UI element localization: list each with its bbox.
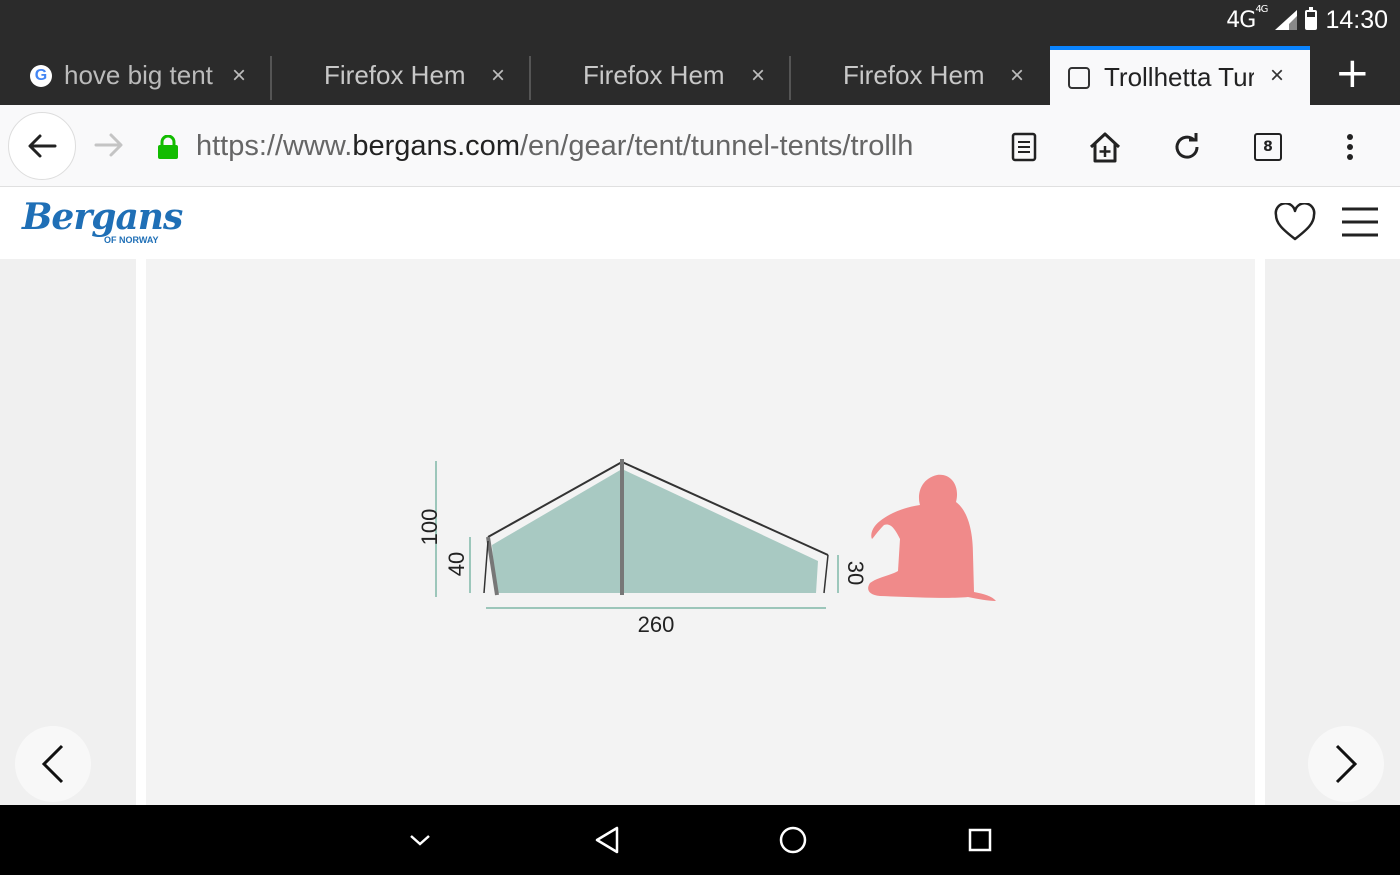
system-recents-button[interactable] xyxy=(962,822,998,858)
heart-icon[interactable] xyxy=(1274,203,1316,243)
tab-firefox-hem-2[interactable]: Firefox Hem × xyxy=(531,46,791,105)
battery-icon xyxy=(1305,7,1318,30)
lock-icon[interactable] xyxy=(157,135,179,159)
recents-square-icon xyxy=(968,828,992,852)
tent-dimension-diagram: 100 40 30 260 xyxy=(417,459,996,637)
chevron-right-icon xyxy=(1335,744,1358,784)
tent-body xyxy=(492,469,818,593)
android-navigation-bar xyxy=(0,805,1400,875)
bergans-logo[interactable]: Bergans OF NORWAY xyxy=(22,197,183,247)
logo-wordmark: Bergans xyxy=(22,196,183,238)
tab-firefox-hem-1[interactable]: Firefox Hem × xyxy=(272,46,531,105)
tab-strip: G hove big tent × Firefox Hem × Firefox … xyxy=(0,40,1400,105)
tabs-counter-button[interactable]: 8 xyxy=(1250,129,1286,165)
site-header: Bergans OF NORWAY xyxy=(0,187,1400,259)
page-icon xyxy=(1068,66,1090,89)
browser-toolbar: https://www.bergans.com/en/gear/tent/tun… xyxy=(0,105,1400,187)
tab-title: Firefox Hem xyxy=(324,60,466,90)
front-guy-line xyxy=(483,540,489,594)
close-tab-icon[interactable]: × xyxy=(751,62,765,90)
home-circle-icon xyxy=(779,826,807,854)
signal-icon xyxy=(1275,10,1298,30)
back-triangle-icon xyxy=(595,826,619,854)
logo-subtitle: OF NORWAY xyxy=(104,235,159,245)
url-path: /en/gear/tent/tunnel-tents/trollh xyxy=(519,130,914,162)
add-to-homescreen-icon xyxy=(1089,132,1121,163)
label-front-height: 40 xyxy=(444,552,469,576)
system-back-button[interactable] xyxy=(589,822,625,858)
label-length: 260 xyxy=(638,612,675,637)
network-indicator: 4G4G xyxy=(1226,4,1268,33)
tab-google-search[interactable]: G hove big tent × xyxy=(0,46,272,105)
url-bar[interactable]: https://www.bergans.com/en/gear/tent/tun… xyxy=(196,126,980,166)
tab-title: Firefox Hem xyxy=(843,60,985,90)
hamburger-menu-icon[interactable] xyxy=(1342,206,1378,238)
status-indicators: 4G4G 14:30 xyxy=(1226,4,1388,36)
label-rear-height: 30 xyxy=(843,561,868,585)
google-icon: G xyxy=(30,64,52,87)
close-tab-icon[interactable]: × xyxy=(232,62,246,90)
add-to-homescreen-button[interactable] xyxy=(1087,129,1123,165)
new-tab-button[interactable]: + xyxy=(1335,48,1370,97)
close-tab-icon[interactable]: × xyxy=(1010,62,1024,90)
chevron-left-icon xyxy=(41,744,64,784)
tabs-counter-icon: 8 xyxy=(1254,133,1282,161)
reload-button[interactable] xyxy=(1169,129,1205,165)
next-image-button[interactable] xyxy=(1308,726,1384,802)
reload-icon xyxy=(1175,133,1199,159)
url-domain: bergans.com xyxy=(352,130,520,162)
back-arrow-icon xyxy=(28,134,57,158)
tab-title: Firefox Hem xyxy=(583,60,725,90)
overflow-menu-button[interactable] xyxy=(1332,129,1368,165)
tab-title: hove big tent xyxy=(64,60,213,90)
forward-arrow-icon xyxy=(94,133,123,157)
tab-firefox-hem-3[interactable]: Firefox Hem × xyxy=(791,46,1050,105)
tab-trollhetta[interactable]: Trollhetta Tur × xyxy=(1050,46,1310,105)
hide-keyboard-icon xyxy=(410,835,430,846)
close-tab-icon[interactable]: × xyxy=(1270,62,1284,90)
forward-button[interactable] xyxy=(86,122,132,168)
overflow-menu-icon xyxy=(1347,134,1353,160)
url-scheme: https://www. xyxy=(196,130,353,162)
clock: 14:30 xyxy=(1325,5,1388,34)
reader-mode-button[interactable] xyxy=(1006,129,1042,165)
back-button[interactable] xyxy=(8,112,76,180)
system-home-button[interactable] xyxy=(775,822,811,858)
rear-pole xyxy=(823,554,829,594)
reader-mode-icon xyxy=(1011,132,1037,162)
label-total-height: 100 xyxy=(417,509,442,546)
previous-image-button[interactable] xyxy=(15,726,91,802)
hide-keyboard-button[interactable] xyxy=(402,822,438,858)
tab-title: Trollhetta Tur xyxy=(1104,62,1254,92)
close-tab-icon[interactable]: × xyxy=(491,62,505,90)
product-gallery: 100 40 30 260 xyxy=(0,259,1400,805)
person-silhouette xyxy=(868,474,996,601)
status-bar: 4G4G 14:30 xyxy=(0,0,1400,40)
